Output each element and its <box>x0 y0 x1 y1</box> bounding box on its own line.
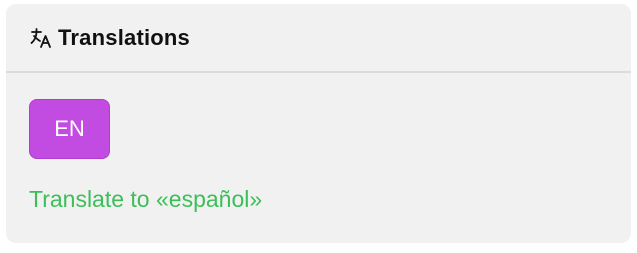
translations-panel: Translations EN Translate to «español» <box>6 4 631 243</box>
translate-icon <box>30 27 52 49</box>
panel-header: Translations <box>6 4 631 73</box>
translate-link[interactable]: Translate to «español» <box>29 186 262 213</box>
language-badge-en[interactable]: EN <box>29 99 110 159</box>
panel-body: EN Translate to «español» <box>6 73 631 213</box>
panel-title: Translations <box>58 24 190 50</box>
